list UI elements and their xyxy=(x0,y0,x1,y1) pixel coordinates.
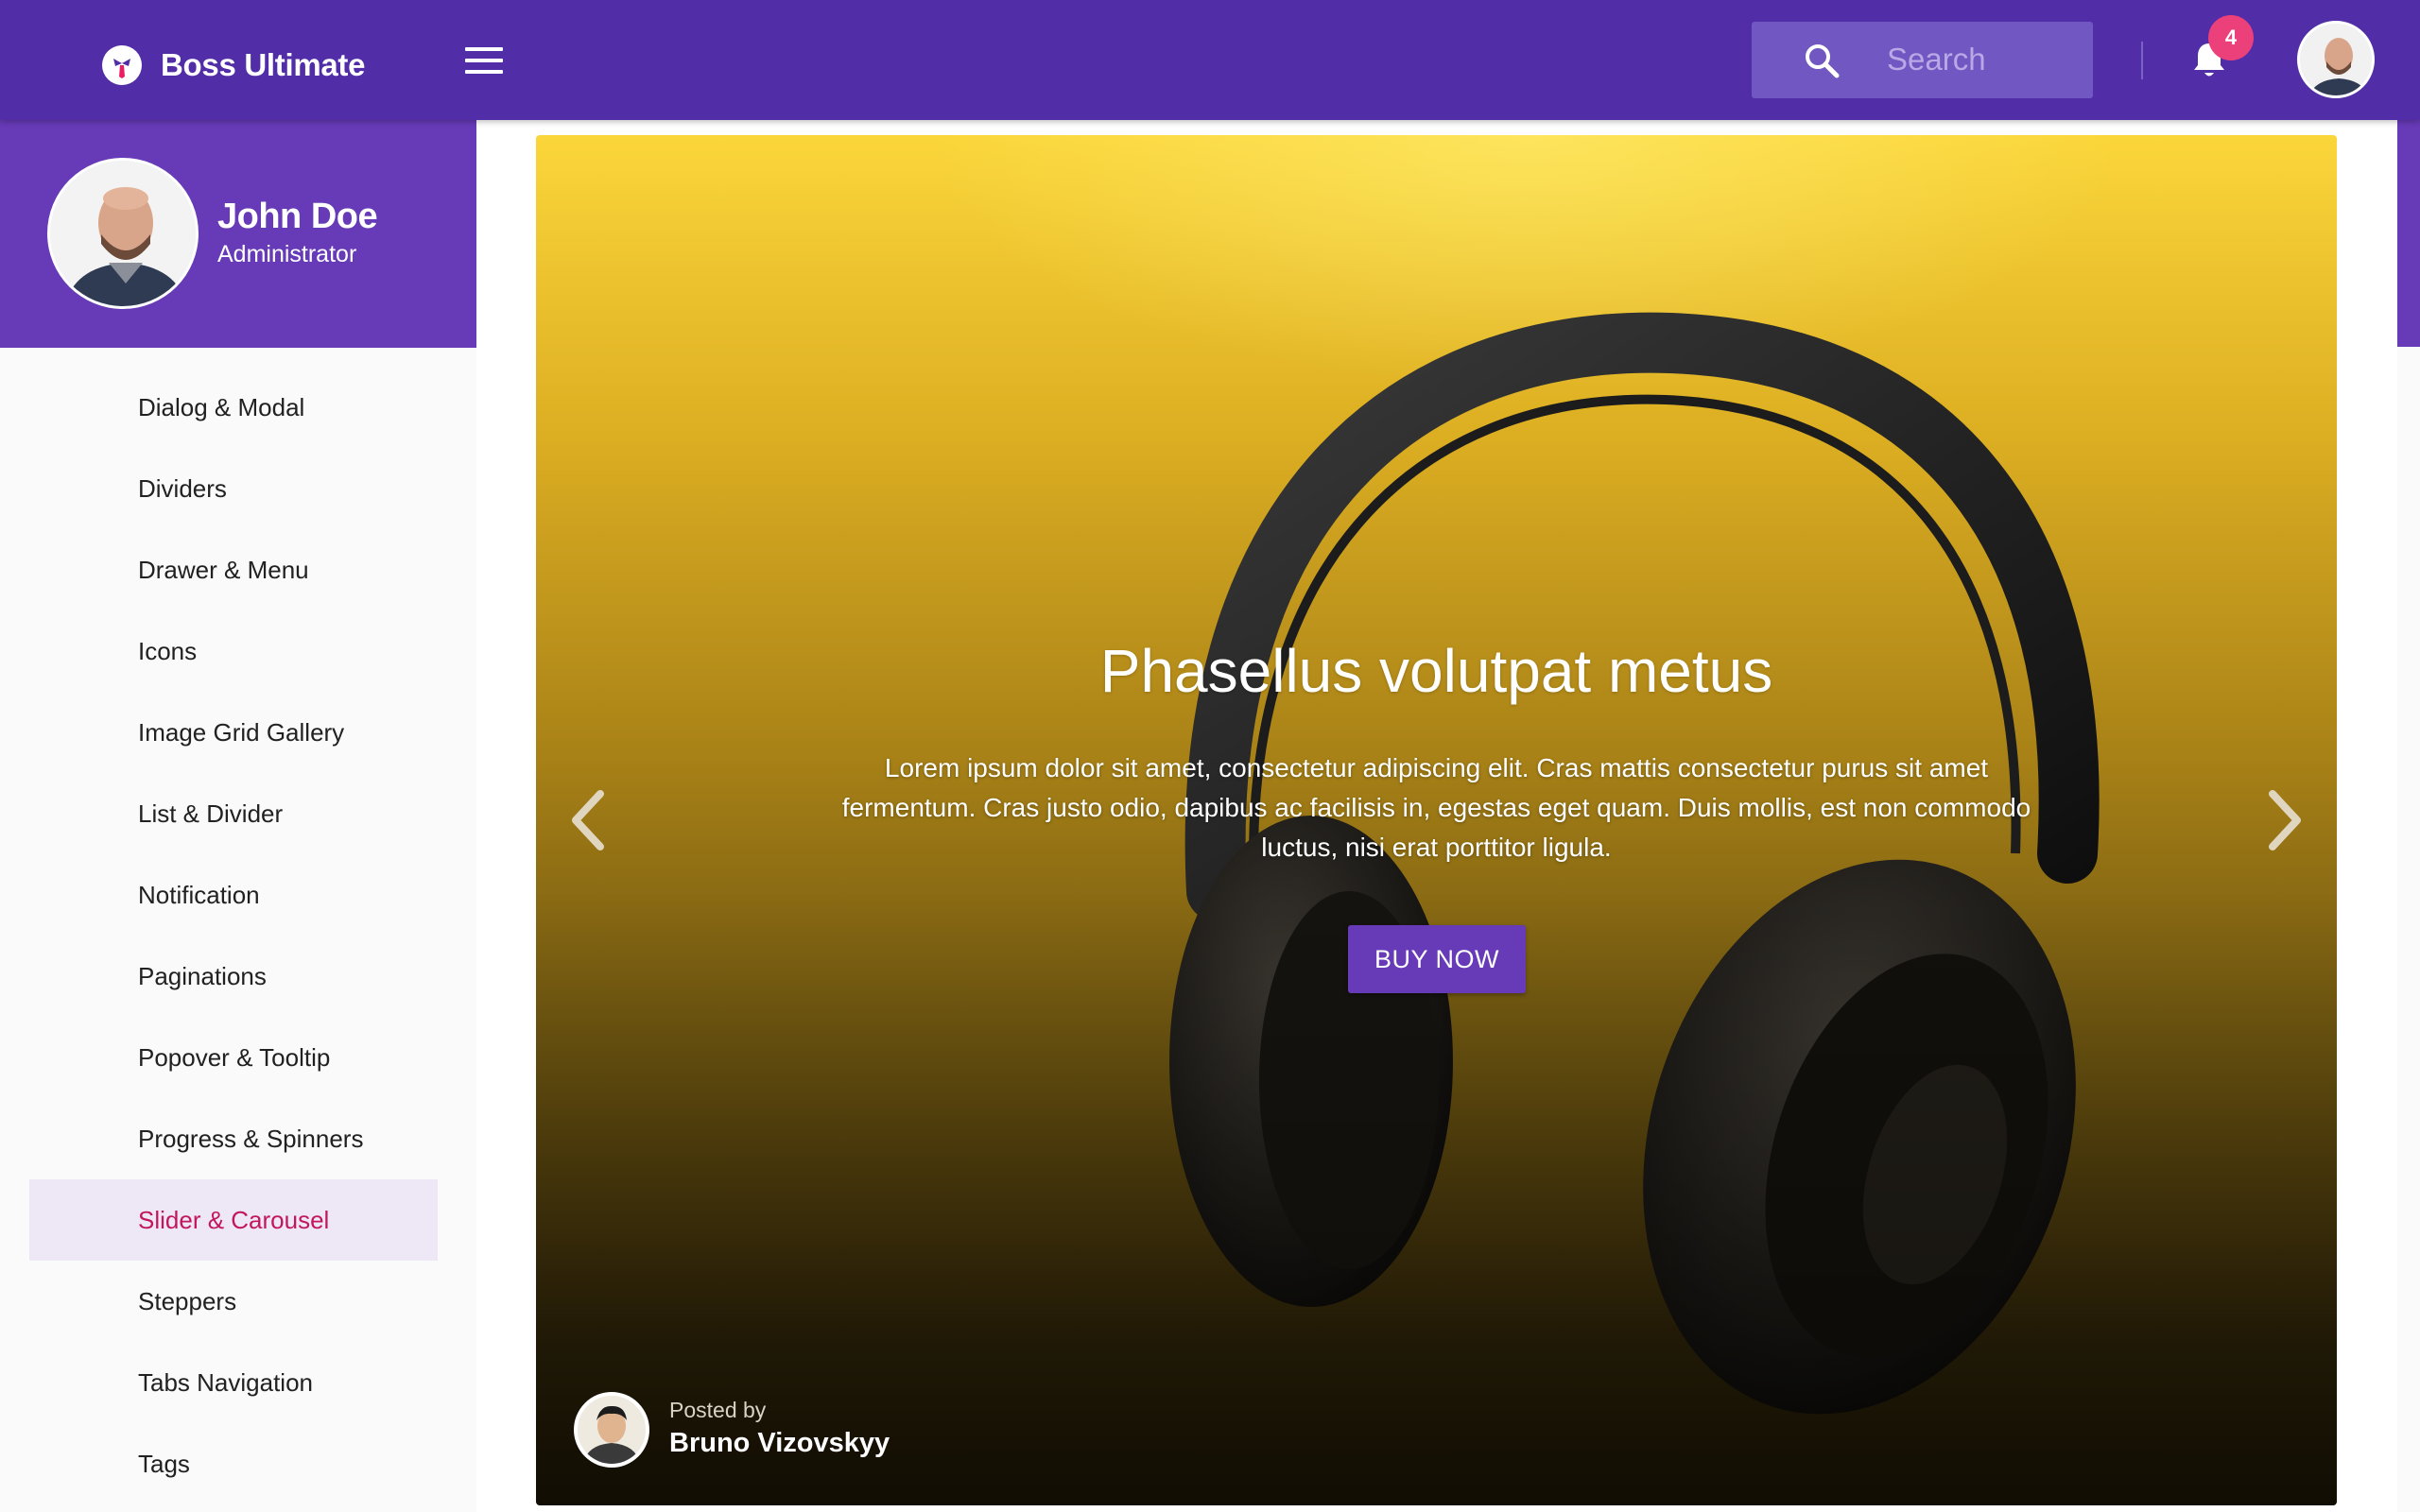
top-app-bar: Boss Ultimate 4 xyxy=(0,0,2420,120)
chevron-right-icon[interactable] xyxy=(2261,782,2308,858)
sidebar-item-label: Tags xyxy=(138,1449,190,1478)
sidebar-item-steppers[interactable]: Steppers xyxy=(0,1261,476,1342)
sidebar-item-label: Icons xyxy=(138,636,198,665)
sidebar-item-drawer-menu[interactable]: Drawer & Menu xyxy=(0,529,476,610)
brand-name: Boss Ultimate xyxy=(161,47,366,82)
sidebar-item-label: Progress & Spinners xyxy=(138,1124,364,1153)
search-input[interactable] xyxy=(1887,39,2076,80)
author-name: Bruno Vizovskyy xyxy=(669,1428,890,1458)
slide-description: Lorem ipsum dolor sit amet, consectetur … xyxy=(841,753,2031,862)
sidebar-item-label: List & Divider xyxy=(138,799,284,828)
sidebar-item-icons[interactable]: Icons xyxy=(0,610,476,692)
sidebar-item-label: Tabs Navigation xyxy=(138,1367,313,1397)
sidebar-item-label: Slider & Carousel xyxy=(138,1205,330,1234)
search-icon[interactable] xyxy=(1803,42,1841,79)
sidebar: John Doe Administrator Dialog & Modal Di… xyxy=(0,120,476,1512)
sidebar-item-notification[interactable]: Notification xyxy=(0,854,476,936)
sidebar-item-label: Popover & Tooltip xyxy=(138,1042,331,1072)
notification-count-badge[interactable]: 4 xyxy=(2208,15,2254,60)
author-avatar[interactable] xyxy=(574,1392,649,1468)
sidebar-menu: Dialog & Modal Dividers Drawer & Menu Ic… xyxy=(0,367,476,1504)
slide-title: Phasellus volutpat metus xyxy=(1099,637,1773,705)
sidebar-item-label: Paginations xyxy=(138,961,267,990)
sidebar-item-label: Drawer & Menu xyxy=(138,555,309,584)
sidebar-item-popover-tooltip[interactable]: Popover & Tooltip xyxy=(0,1017,476,1098)
sidebar-item-label: Notification xyxy=(138,880,260,909)
header-divider xyxy=(2141,42,2143,79)
sidebar-profile: John Doe Administrator xyxy=(0,120,476,348)
sidebar-item-label: Image Grid Gallery xyxy=(138,717,345,747)
profile-name: John Doe xyxy=(217,197,378,236)
sidebar-item-progress-spinners[interactable]: Progress & Spinners xyxy=(0,1098,476,1179)
sidebar-item-list-divider[interactable]: List & Divider xyxy=(0,773,476,854)
profile-role: Administrator xyxy=(217,241,357,267)
brand[interactable]: Boss Ultimate xyxy=(102,42,365,89)
bowtie-logo-icon xyxy=(102,45,142,85)
sidebar-item-tags[interactable]: Tags xyxy=(0,1423,476,1504)
sidebar-item-label: Dialog & Modal xyxy=(138,392,305,421)
sidebar-item-image-grid-gallery[interactable]: Image Grid Gallery xyxy=(0,692,476,773)
sidebar-item-label: Steppers xyxy=(138,1286,237,1315)
buy-now-button[interactable]: BUY NOW xyxy=(1348,925,1526,993)
sidebar-item-label: Dividers xyxy=(138,473,227,503)
sidebar-item-dividers[interactable]: Dividers xyxy=(0,448,476,529)
posted-by-label: Posted by xyxy=(669,1398,767,1422)
menu-toggle-icon[interactable] xyxy=(465,47,503,74)
chevron-left-icon[interactable] xyxy=(564,782,612,858)
sidebar-item-paginations[interactable]: Paginations xyxy=(0,936,476,1017)
profile-avatar[interactable] xyxy=(47,158,199,309)
sidebar-item-tabs-navigation[interactable]: Tabs Navigation xyxy=(0,1342,476,1423)
search-box[interactable] xyxy=(1752,22,2093,98)
sidebar-item-dialog-modal[interactable]: Dialog & Modal xyxy=(0,367,476,448)
sidebar-item-slider-carousel[interactable]: Slider & Carousel xyxy=(0,1179,476,1261)
user-avatar[interactable] xyxy=(2297,21,2375,98)
